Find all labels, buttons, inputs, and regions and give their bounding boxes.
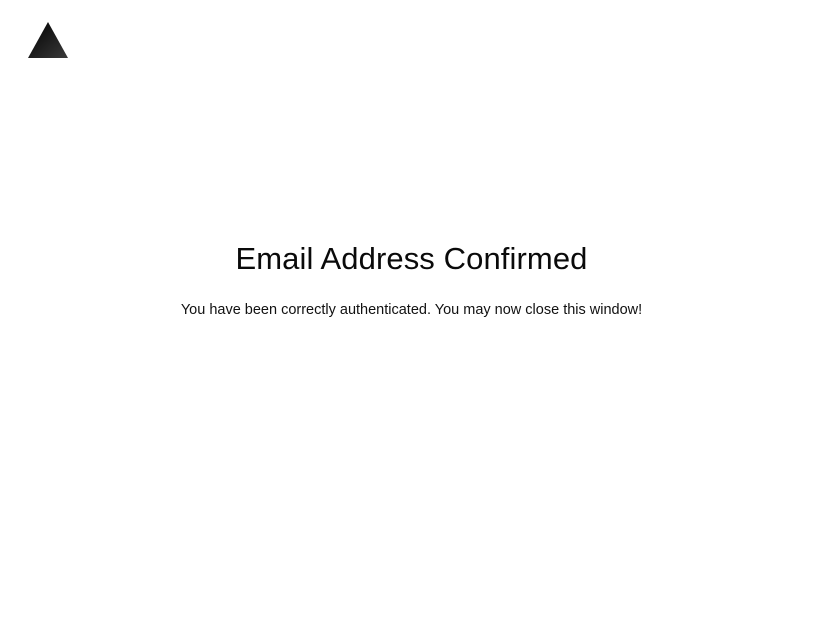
confirmation-message: You have been correctly authenticated. Y… — [180, 302, 643, 318]
page-title: Email Address Confirmed — [235, 241, 588, 276]
confirmation-panel: Email Address Confirmed You have been co… — [0, 236, 823, 320]
triangle-logo-icon — [28, 22, 68, 58]
